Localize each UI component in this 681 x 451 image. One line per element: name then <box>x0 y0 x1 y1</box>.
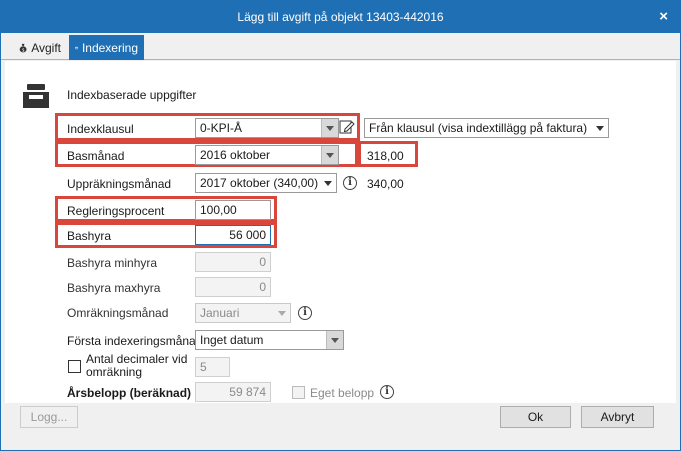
indexklausul-value: 0-KPI-Å <box>200 121 243 135</box>
forsta-indexeringsmanad-label: Första indexeringsmånad <box>67 334 203 348</box>
close-icon[interactable]: × <box>659 8 668 25</box>
upprakningsmanad-value: 2017 oktober (340,00) <box>200 176 319 190</box>
omrakningsmanad-select[interactable]: Januari <box>195 303 291 323</box>
eget-belopp-label: Eget belopp <box>310 386 375 400</box>
arsbelopp-info-icon[interactable]: i <box>380 385 394 399</box>
regleringsprocent-input[interactable]: 100,00 <box>195 200 271 220</box>
arsbelopp-input[interactable]: 59 874 <box>195 382 271 402</box>
antal-decimaler-label-line2: omräkning <box>86 365 143 379</box>
section-heading: Indexbaserade uppgifter <box>67 88 197 102</box>
chevron-down-icon[interactable] <box>326 331 343 349</box>
money-bag-icon: $ <box>19 43 27 53</box>
tab-avgift[interactable]: $ Avgift <box>13 35 67 60</box>
forsta-indexeringsmanad-value: Inget datum <box>200 333 264 347</box>
ok-button[interactable]: Ok <box>500 406 571 428</box>
indexklausul-select[interactable]: 0-KPI-Å <box>195 118 339 138</box>
chevron-down-icon[interactable] <box>319 174 336 192</box>
forsta-indexeringsmanad-select[interactable]: Inget datum <box>195 330 344 350</box>
visning-select[interactable]: Från klausul (visa indextillägg på faktu… <box>364 118 609 138</box>
basmanad-label: Basmånad <box>67 149 125 163</box>
bashyra-max-label: Bashyra maxhyra <box>67 281 161 295</box>
chevron-down-icon[interactable] <box>321 146 338 164</box>
regleringsprocent-label: Regleringsprocent <box>67 204 165 218</box>
edit-icon[interactable] <box>339 119 355 135</box>
card-icon <box>75 46 78 49</box>
upprakningsmanad-label: Uppräkningsmånad <box>67 177 172 191</box>
tab-indexering[interactable]: Indexering <box>69 35 144 60</box>
arsbelopp-label: Årsbelopp (beräknad) <box>67 386 192 400</box>
tab-avgift-label: Avgift <box>31 40 61 55</box>
basmanad-value: 2016 oktober <box>200 148 271 162</box>
upprakningsmanad-select[interactable]: 2017 oktober (340,00) <box>195 173 337 193</box>
omrakningsmanad-info-icon[interactable]: i <box>298 306 312 320</box>
chevron-down-icon[interactable] <box>591 119 608 137</box>
upprakningsmanad-info-icon[interactable]: i <box>343 176 357 190</box>
antal-decimaler-checkbox[interactable] <box>68 360 81 373</box>
chevron-down-icon[interactable] <box>321 119 338 137</box>
tab-indexering-label: Indexering <box>81 40 138 55</box>
bashyra-min-input[interactable]: 0 <box>195 252 271 272</box>
avbryt-button[interactable]: Avbryt <box>581 406 654 428</box>
bashyra-input[interactable]: 56 000 <box>195 225 271 245</box>
svg-text:$: $ <box>22 47 25 53</box>
bashyra-label: Bashyra <box>67 229 112 243</box>
tab-bar: $ Avgift Indexering <box>1 33 680 60</box>
antal-decimaler-label: Antal decimaler vid omräkning <box>86 353 187 379</box>
visning-value: Från klausul (visa indextillägg på faktu… <box>369 121 588 135</box>
chevron-down-icon[interactable] <box>273 304 290 322</box>
dialog-window: Lägg till avgift på objekt 13403-442016 … <box>0 0 681 451</box>
eget-belopp-checkbox[interactable] <box>292 386 305 399</box>
window-title: Lägg till avgift på objekt 13403-442016 <box>237 10 444 24</box>
bashyra-max-input[interactable]: 0 <box>195 277 271 297</box>
indexering-panel: Indexbaserade uppgifter Indexklausul 0-K… <box>5 61 676 403</box>
upprakningsmanad-index-value: 340,00 <box>367 177 404 191</box>
antal-decimaler-input[interactable]: 5 <box>195 357 230 377</box>
logg-button[interactable]: Logg... <box>20 406 78 428</box>
inbox-tray-icon <box>23 84 49 108</box>
bashyra-min-label: Bashyra minhyra <box>67 256 158 270</box>
indexklausul-label: Indexklausul <box>67 122 134 136</box>
basmanad-index-value: 318,00 <box>367 149 404 163</box>
omrakningsmanad-value: Januari <box>200 306 240 320</box>
basmanad-select[interactable]: 2016 oktober <box>195 145 339 165</box>
omrakningsmanad-label: Omräkningsmånad <box>67 306 169 320</box>
title-bar: Lägg till avgift på objekt 13403-442016 … <box>1 1 680 33</box>
